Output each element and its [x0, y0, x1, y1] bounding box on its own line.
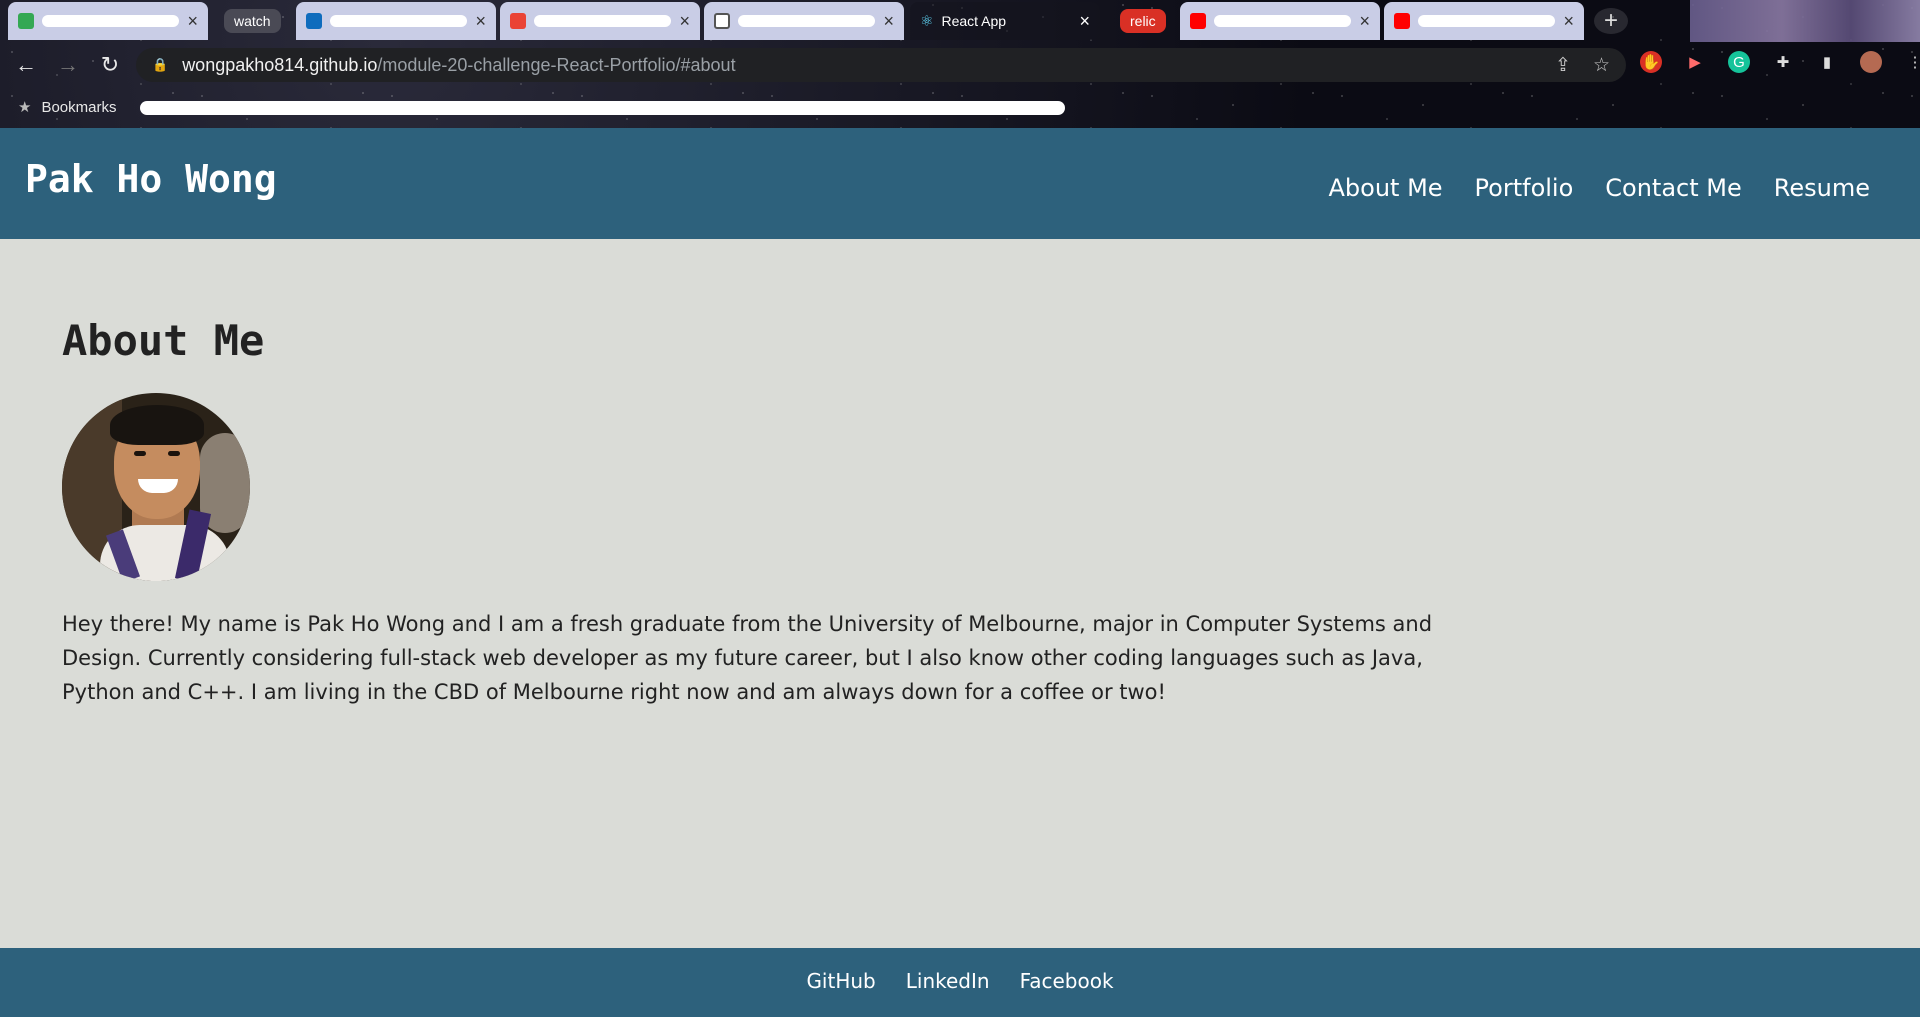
- tab-react-app[interactable]: ⚛ React App ×: [910, 2, 1100, 40]
- section-title: About Me: [62, 316, 265, 365]
- react-icon: ⚛: [920, 13, 934, 30]
- tab-title: React App: [941, 13, 1007, 29]
- photo-eye: [134, 451, 146, 456]
- site-logo: Pak Ho Wong: [25, 156, 277, 201]
- profile-avatar[interactable]: [1860, 51, 1882, 73]
- tab-group-label: watch: [234, 13, 271, 29]
- close-icon[interactable]: ×: [1359, 12, 1370, 30]
- tab-group-relic[interactable]: relic: [1120, 9, 1166, 33]
- new-tab-button[interactable]: +: [1594, 7, 1628, 34]
- mail-icon: [510, 13, 526, 29]
- tab-group-label: relic: [1130, 13, 1156, 29]
- tab-google[interactable]: ×: [704, 2, 904, 40]
- extensions-area: ✋ ▶ G ✚ ▮ ⋮: [1640, 51, 1920, 73]
- redacted-tab-title: [1418, 15, 1556, 27]
- extension-icon[interactable]: ✋: [1640, 51, 1662, 73]
- redacted-tab-title: [738, 15, 876, 27]
- site-footer: GitHub LinkedIn Facebook: [0, 948, 1920, 1017]
- close-icon[interactable]: ×: [883, 12, 894, 30]
- profile-photo: [62, 393, 250, 581]
- url-host: wongpakho814.github.io: [182, 54, 378, 75]
- bookmark-star-icon[interactable]: ☆: [1593, 54, 1610, 77]
- bio-text: Hey there! My name is Pak Ho Wong and I …: [62, 612, 1433, 704]
- close-icon[interactable]: ×: [475, 12, 486, 30]
- tab-youtube-1[interactable]: ×: [1180, 2, 1380, 40]
- youtube-icon: [1394, 13, 1410, 29]
- nav-about-me[interactable]: About Me: [1328, 174, 1442, 202]
- close-icon[interactable]: ×: [187, 12, 198, 30]
- google-icon: [714, 13, 730, 29]
- photo-hair: [110, 405, 204, 445]
- share-icon[interactable]: ⇪: [1555, 54, 1571, 77]
- about-section: About Me Hey there! My name is Pak Ho Wo…: [62, 316, 1502, 709]
- tab-strip: × watch × × × ⚛ React App × relic × × +: [0, 0, 1920, 42]
- bookmarks-label[interactable]: Bookmarks: [41, 99, 116, 116]
- footer-link-facebook[interactable]: Facebook: [1020, 969, 1114, 993]
- redacted-bookmarks: [140, 101, 1065, 115]
- browser-chrome: × watch × × × ⚛ React App × relic × × + …: [0, 0, 1920, 128]
- outlook-icon: [306, 13, 322, 29]
- close-icon[interactable]: ×: [679, 12, 690, 30]
- bookmarks-bar: ★ Bookmarks: [0, 90, 1920, 124]
- grammarly-icon[interactable]: G: [1728, 51, 1750, 73]
- nav-portfolio[interactable]: Portfolio: [1475, 174, 1574, 202]
- address-bar[interactable]: 🔒 wongpakho814.github.io/module-20-chall…: [136, 48, 1626, 82]
- nav-contact-me[interactable]: Contact Me: [1605, 174, 1741, 202]
- browser-toolbar: ← → ↻ 🔒 wongpakho814.github.io/module-20…: [0, 42, 1920, 88]
- redacted-tab-title: [1214, 15, 1352, 27]
- forward-button[interactable]: →: [52, 49, 84, 81]
- back-button[interactable]: ←: [10, 49, 42, 81]
- site-nav: About Me Portfolio Contact Me Resume: [1328, 174, 1870, 202]
- nav-resume[interactable]: Resume: [1774, 174, 1870, 202]
- redacted-tab-title: [534, 15, 672, 27]
- tab-mail[interactable]: ×: [500, 2, 700, 40]
- star-icon: ★: [18, 99, 32, 116]
- redacted-tab-title: [42, 15, 180, 27]
- photo-eye: [168, 451, 180, 456]
- tab-outlook[interactable]: ×: [296, 2, 496, 40]
- footer-link-linkedin[interactable]: LinkedIn: [906, 969, 990, 993]
- close-icon[interactable]: ×: [1563, 12, 1574, 30]
- extension-icon[interactable]: ▶: [1684, 51, 1706, 73]
- gmail-icon: [18, 13, 34, 29]
- url-path: /module-20-challenge-React-Portfolio/#ab…: [377, 54, 736, 75]
- tab-gmail[interactable]: ×: [8, 2, 208, 40]
- redacted-tab-title: [330, 15, 468, 27]
- lock-icon: 🔒: [152, 57, 169, 72]
- reload-button[interactable]: ↻: [94, 49, 126, 81]
- youtube-icon: [1190, 13, 1206, 29]
- footer-link-github[interactable]: GitHub: [806, 969, 875, 993]
- tab-youtube-2[interactable]: ×: [1384, 2, 1584, 40]
- site-header: Pak Ho Wong About Me Portfolio Contact M…: [0, 128, 1920, 239]
- menu-icon[interactable]: ⋮: [1904, 51, 1920, 73]
- tab-group-watch[interactable]: watch: [224, 9, 281, 33]
- side-panel-icon[interactable]: ▮: [1816, 51, 1838, 73]
- close-icon[interactable]: ×: [1079, 12, 1090, 30]
- puzzle-icon[interactable]: ✚: [1772, 51, 1794, 73]
